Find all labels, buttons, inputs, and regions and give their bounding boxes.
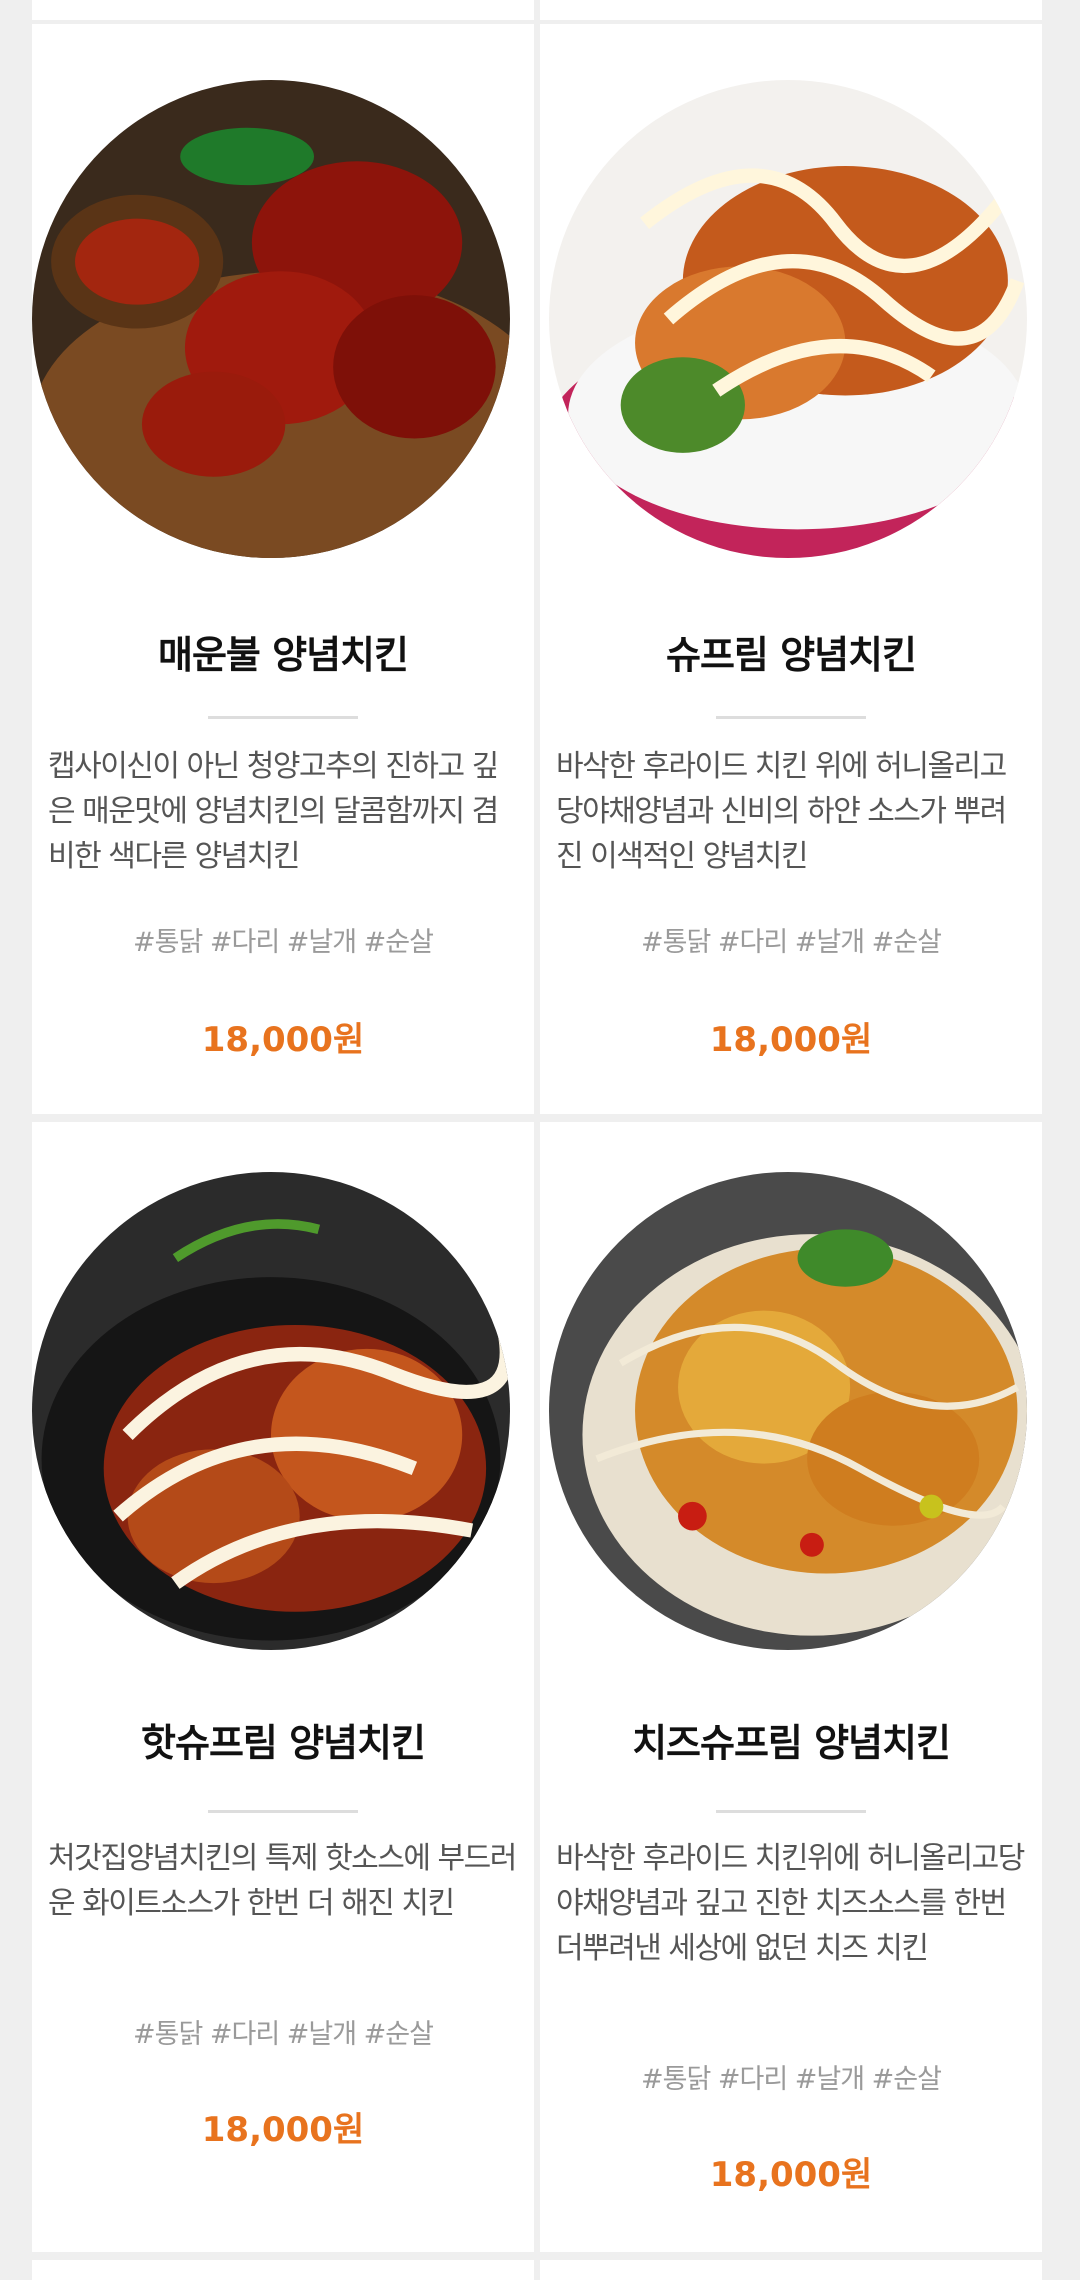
product-card[interactable]: 슈프림 양념치킨 바삭한 후라이드 치킨 위에 허니올리고당야채양념과 신비의 … — [540, 24, 1042, 1114]
product-name[interactable]: 핫슈프림 양념치킨 — [32, 1712, 534, 1767]
product-card[interactable]: 핫슈프림 양념치킨 처갓집양념치킨의 특제 핫소스에 부드러운 화이트소스가 한… — [32, 1122, 534, 2252]
product-card-partial[interactable] — [540, 0, 1042, 20]
product-price: 18,000원 — [709, 1020, 873, 1060]
divider — [716, 716, 866, 719]
product-price: 18,000원 — [201, 1020, 365, 1060]
product-card-partial[interactable] — [540, 2260, 1042, 2280]
product-tags: #통닭 #다리 #날개 #순살 — [641, 2064, 942, 2095]
divider — [208, 1810, 358, 1813]
product-name[interactable]: 치즈슈프림 양념치킨 — [540, 1712, 1042, 1767]
product-card-partial[interactable] — [32, 2260, 534, 2280]
product-image[interactable] — [549, 80, 1027, 558]
product-description: 캡사이신이 아닌 청양고추의 진하고 깊은 매운맛에 양념치킨의 달콤함까지 겸… — [48, 749, 499, 874]
product-tags: #통닭 #다리 #날개 #순살 — [641, 927, 942, 958]
product-card[interactable]: 치즈슈프림 양념치킨 바삭한 후라이드 치킨위에 허니올리고당야채양념과 깊고 … — [540, 1122, 1042, 2252]
product-card[interactable]: 매운불 양념치킨 캡사이신이 아닌 청양고추의 진하고 깊은 매운맛에 양념치킨… — [32, 24, 534, 1114]
product-grid: 매운불 양념치킨 캡사이신이 아닌 청양고추의 진하고 깊은 매운맛에 양념치킨… — [32, 0, 1048, 2280]
product-tags: #통닭 #다리 #날개 #순살 — [133, 2019, 434, 2050]
product-image[interactable] — [32, 1172, 510, 1650]
product-image[interactable] — [32, 80, 510, 558]
product-name[interactable]: 매운불 양념치킨 — [32, 624, 534, 679]
product-name[interactable]: 슈프림 양념치킨 — [540, 624, 1042, 679]
divider — [716, 1810, 866, 1813]
product-description: 바삭한 후라이드 치킨위에 허니올리고당야채양념과 깊고 진한 치즈소스를 한번… — [556, 1841, 1025, 1966]
product-description: 처갓집양념치킨의 특제 핫소스에 부드러운 화이트소스가 한번 더 해진 치킨 — [48, 1841, 517, 1921]
divider — [208, 716, 358, 719]
product-price: 18,000원 — [709, 2155, 873, 2195]
product-description: 바삭한 후라이드 치킨 위에 허니올리고당야채양념과 신비의 하얀 소스가 뿌려… — [556, 749, 1007, 874]
product-image[interactable] — [549, 1172, 1027, 1650]
product-tags: #통닭 #다리 #날개 #순살 — [133, 927, 434, 958]
product-price: 18,000원 — [201, 2110, 365, 2150]
product-card-partial[interactable] — [32, 0, 534, 20]
